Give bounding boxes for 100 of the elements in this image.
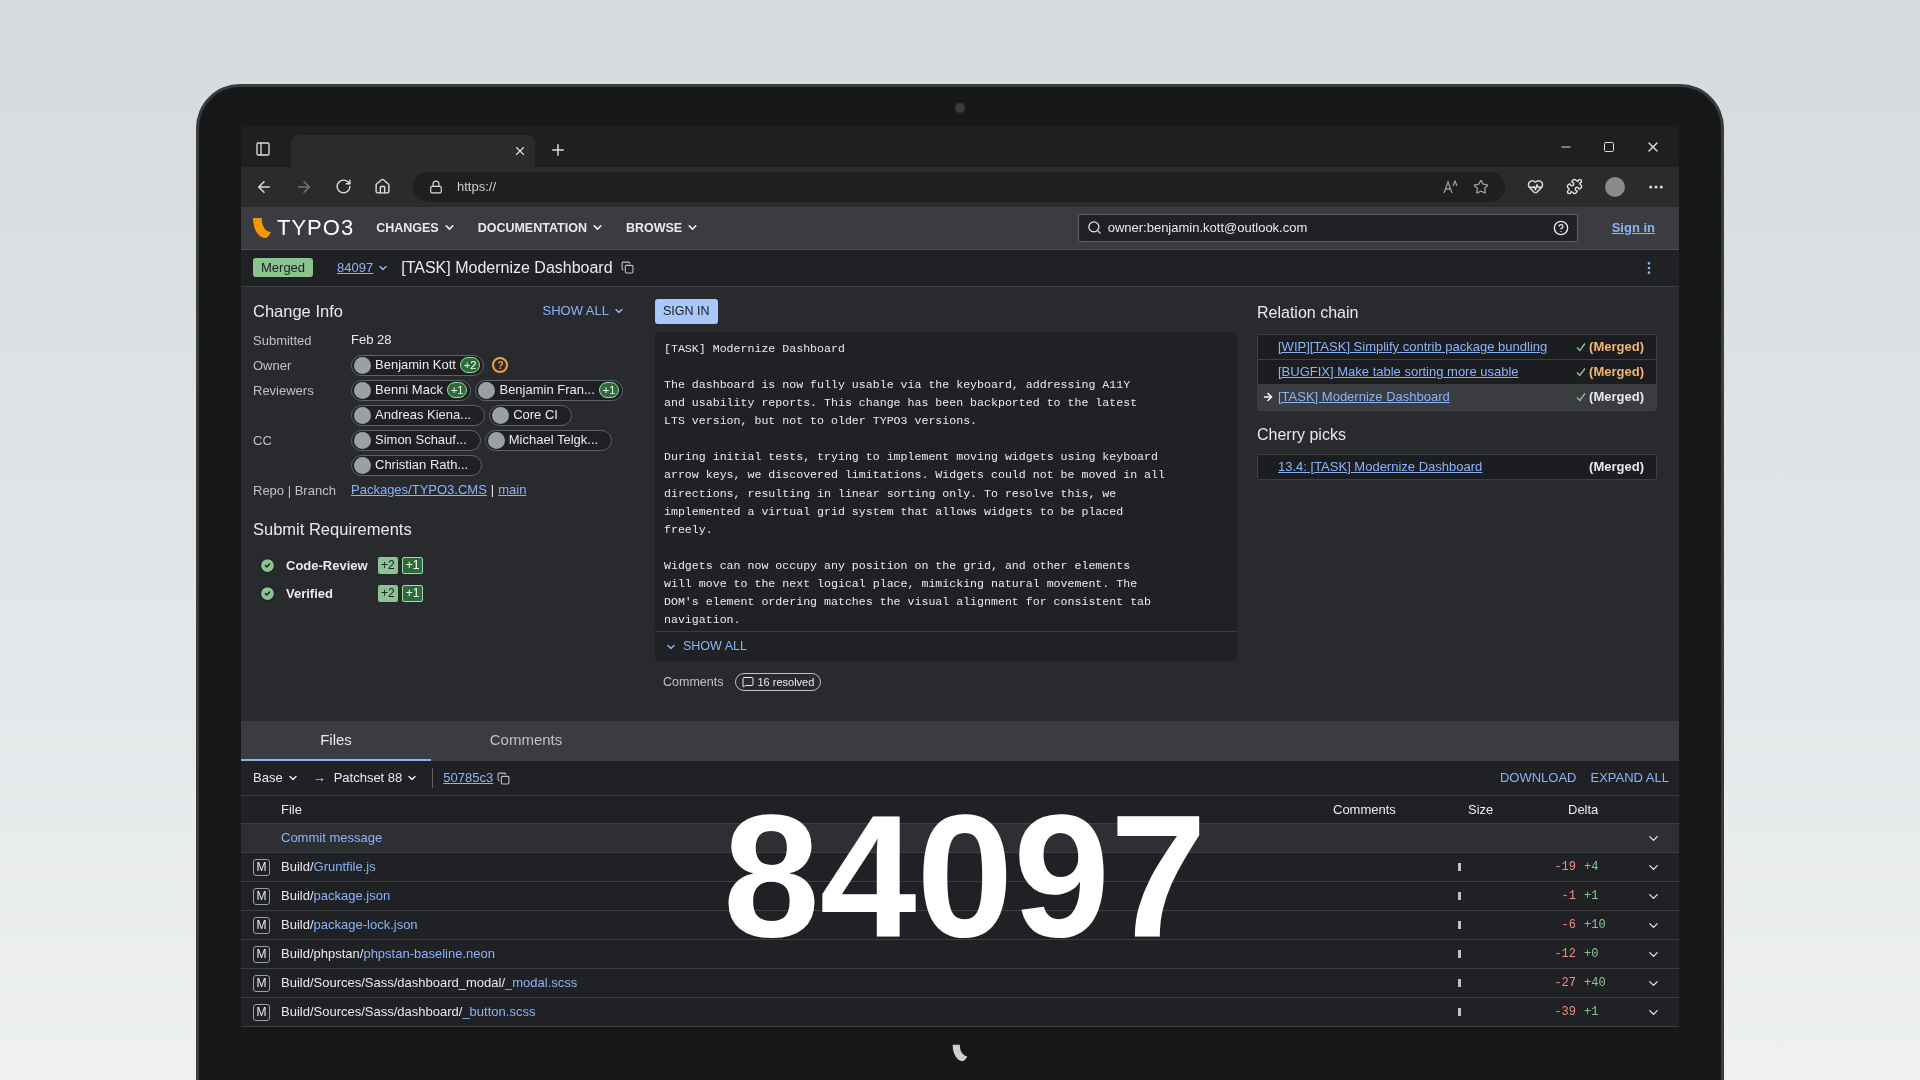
sign-in-link[interactable]: Sign in bbox=[1611, 218, 1655, 238]
vote-badge: +2 bbox=[378, 556, 398, 574]
requirement-name: Code-Review bbox=[286, 556, 369, 575]
info-label: Submitted bbox=[253, 331, 313, 350]
change-number-link[interactable]: 84097 bbox=[337, 258, 390, 278]
search-field[interactable]: owner:benjamin.kott@outlook.com bbox=[1077, 213, 1578, 242]
lines-added: +40 bbox=[1584, 975, 1607, 992]
commit-message: [TASK] Modernize Dashboard The dashboard is now fully usable via the keyboard, addressing A11Y and usability reports. This change has been backported to the latest LTS version, but not to older TYPO3 versions. During initial tests, trying to implement moving widgets using keyboard arrow keys, we discovered limitations. Widgets could not be moved in all directions, resulting in linear sorting only. To resolve this, we implemented a virtual grid system that allows widgets to be placed freely. Widgets can now occupy any position on the grid, and other elements will move to the next logical place, mimicking natural movement. The DOM's element ordering matches the visual alignment for consistent tab navigation. bbox=[663, 340, 1166, 629]
file-path: Build/Gruntfile.js bbox=[281, 858, 377, 877]
extensions-icon[interactable] bbox=[1566, 178, 1583, 196]
change-link[interactable]: [TASK] Modernize Dashboard bbox=[1278, 387, 1450, 407]
size-bar-icon bbox=[1458, 921, 1461, 929]
avatar-icon bbox=[354, 381, 371, 399]
vote-badge: +1 bbox=[401, 556, 424, 574]
info-label: Reviewers bbox=[253, 381, 315, 400]
file-path: Build/package-lock.json bbox=[281, 916, 419, 935]
show-all-button[interactable]: SHOW ALL bbox=[665, 637, 747, 657]
address-field[interactable]: https:// bbox=[413, 171, 1505, 202]
vote-badge: +1 bbox=[446, 382, 468, 399]
base-dropdown[interactable]: Base bbox=[253, 768, 299, 788]
check-mark-icon bbox=[1576, 391, 1587, 402]
arrow-icon bbox=[1262, 390, 1274, 403]
avatar-icon bbox=[354, 456, 371, 474]
lines-removed: -12 bbox=[1553, 946, 1576, 963]
profile-avatar[interactable] bbox=[1605, 176, 1625, 197]
repo-link[interactable]: Packages/TYPO3.CMS bbox=[351, 479, 487, 500]
show-all-button[interactable]: SHOW ALL bbox=[542, 301, 625, 321]
tab[interactable]: Comments bbox=[431, 721, 621, 761]
relation-row[interactable]: [BUGFIX] Make table sorting more usable (Merged) bbox=[1258, 359, 1656, 385]
file-status-badge: M bbox=[253, 858, 270, 876]
file-path: Build/phpstan/phpstan-baseline.neon bbox=[281, 945, 496, 964]
person-chip[interactable]: Benjamin Fran... +1 bbox=[475, 379, 624, 401]
relation-row[interactable]: [WIP][TASK] Simplify contrib package bundling (Merged) bbox=[1258, 334, 1656, 360]
health-icon[interactable] bbox=[1527, 178, 1544, 196]
maximize-icon[interactable] bbox=[1603, 141, 1615, 153]
column-header: Size bbox=[1468, 800, 1495, 819]
size-bar-icon bbox=[1458, 863, 1461, 871]
status-badge: Merged bbox=[253, 258, 314, 278]
size-bar-icon bbox=[1458, 979, 1461, 987]
patchset-dropdown[interactable]: Patchset 88 bbox=[333, 768, 419, 788]
vote-badge: +2 bbox=[378, 584, 398, 602]
search-icon bbox=[1086, 220, 1102, 236]
change-link[interactable]: 13.4: [TASK] Modernize Dashboard bbox=[1278, 457, 1483, 477]
comment-icon bbox=[742, 676, 755, 689]
comments-label: Comments bbox=[663, 674, 724, 692]
reload-icon[interactable] bbox=[335, 178, 352, 196]
person-chip[interactable]: Core CI bbox=[489, 404, 572, 426]
change-link[interactable]: [BUGFIX] Make table sorting more usable bbox=[1278, 362, 1519, 382]
branch-link[interactable]: main bbox=[498, 479, 527, 500]
lines-added: +1 bbox=[1584, 888, 1600, 905]
person-chip[interactable]: Simon Schauf... bbox=[351, 429, 481, 451]
check-mark-icon bbox=[1576, 341, 1587, 352]
download-button[interactable]: DOWNLOAD bbox=[1499, 768, 1577, 788]
tab-actions-icon[interactable] bbox=[255, 141, 271, 157]
avatar-icon bbox=[487, 431, 505, 449]
vote-badge: +2 bbox=[459, 357, 481, 374]
help-icon[interactable] bbox=[1552, 219, 1569, 236]
avatar-icon bbox=[354, 356, 371, 374]
read-aloud-icon[interactable] bbox=[1443, 179, 1459, 194]
favorite-icon[interactable] bbox=[1473, 178, 1489, 195]
commit-link[interactable]: 50785c3 bbox=[443, 768, 494, 788]
file-status-badge: M bbox=[253, 945, 270, 963]
camera-icon bbox=[955, 103, 965, 113]
lines-added: +10 bbox=[1584, 917, 1607, 934]
column-header: Comments bbox=[1333, 800, 1397, 819]
file-status-badge: M bbox=[253, 1003, 270, 1021]
lines-added: +4 bbox=[1584, 859, 1600, 876]
sign-in-button[interactable]: SIGN IN bbox=[655, 298, 718, 324]
relation-row[interactable]: [TASK] Modernize Dashboard (Merged) bbox=[1258, 384, 1656, 410]
menu-button[interactable]: DOCUMENTATION bbox=[477, 218, 604, 238]
section-title: Change Info bbox=[253, 300, 343, 322]
home-icon[interactable] bbox=[374, 178, 391, 196]
size-bar-icon bbox=[1458, 950, 1461, 958]
avatar-icon bbox=[354, 431, 371, 449]
status-text: (Merged) bbox=[1589, 363, 1644, 382]
lines-removed: -1 bbox=[1560, 888, 1576, 905]
person-chip[interactable]: Christian Rath... bbox=[351, 454, 483, 476]
new-tab-icon[interactable] bbox=[549, 141, 567, 159]
avatar-icon bbox=[478, 381, 496, 399]
overlay-number: 84097 bbox=[723, 789, 1207, 963]
person-chip[interactable]: Andreas Kiena... bbox=[351, 404, 486, 426]
close-tab-icon[interactable] bbox=[513, 144, 527, 158]
info-label: Repo | Branch bbox=[253, 481, 337, 500]
expand-all-button[interactable]: EXPAND ALL bbox=[1590, 768, 1669, 788]
menu-button[interactable]: BROWSE bbox=[625, 218, 700, 238]
check-mark-icon bbox=[1576, 366, 1587, 377]
info-value: Feb 28 bbox=[351, 330, 392, 349]
change-link[interactable]: [WIP][TASK] Simplify contrib package bundling bbox=[1278, 337, 1548, 357]
person-chip[interactable]: Benni Mack +1 bbox=[351, 379, 472, 401]
info-label: CC bbox=[253, 431, 273, 450]
requirement-name: Verified bbox=[286, 584, 334, 603]
copy-icon[interactable] bbox=[497, 771, 511, 785]
copy-icon[interactable] bbox=[620, 261, 634, 275]
lines-removed: -39 bbox=[1553, 1004, 1576, 1021]
file-path: Build/Sources/Sass/dashboard_modal/_modal.scss bbox=[281, 974, 579, 993]
person-chip[interactable]: Michael Telgk... bbox=[484, 429, 613, 451]
menu-button[interactable]: CHANGES bbox=[376, 218, 456, 238]
section-title: Cherry picks bbox=[1257, 424, 1347, 445]
person-chip[interactable]: Benjamin Kott +2 bbox=[351, 354, 485, 376]
commit-message-link[interactable]: Commit message bbox=[281, 828, 383, 848]
